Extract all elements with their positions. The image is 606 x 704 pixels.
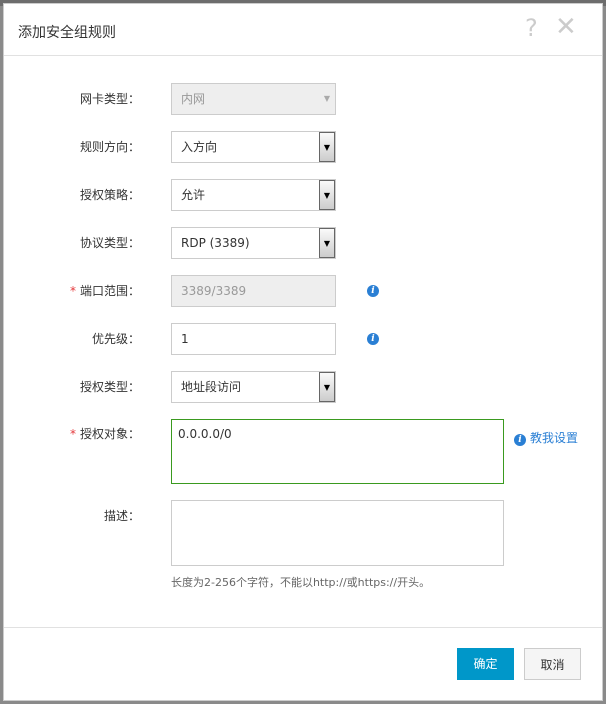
dialog-footer-divider — [4, 627, 602, 628]
dialog-title: 添加安全组规则 — [18, 25, 116, 41]
chevron-down-icon[interactable]: ▼ — [319, 372, 335, 402]
cancel-button[interactable]: 取消 — [524, 648, 581, 680]
chevron-down-icon[interactable]: ▼ — [319, 132, 335, 162]
chevron-down-icon[interactable]: ▼ — [319, 228, 335, 258]
required-mark: * — [69, 427, 76, 441]
auth-type-select[interactable]: 地址段访问 ▼ — [171, 371, 336, 403]
nic-type-select: 内网 ▼ — [171, 83, 336, 115]
priority-input[interactable]: 1 — [171, 323, 336, 355]
field-direction: 规则方向： 入方向 ▼ — [4, 131, 604, 163]
close-icon[interactable]: ✕ — [555, 12, 577, 42]
field-protocol: 协议类型： RDP (3389) ▼ — [4, 227, 604, 259]
field-label: 优先级： — [91, 332, 140, 346]
field-auth-type: 授权类型： 地址段访问 ▼ — [4, 371, 604, 403]
field-label: 授权策略： — [79, 188, 140, 202]
help-icon[interactable]: ? — [525, 14, 538, 42]
policy-select[interactable]: 允许 ▼ — [171, 179, 336, 211]
auth-object-textarea[interactable]: 0.0.0.0/0 — [171, 419, 504, 484]
field-priority: 优先级： 1 i — [4, 323, 604, 355]
field-label: 授权类型： — [79, 380, 140, 394]
required-mark: * — [69, 284, 76, 298]
field-label: 描述： — [103, 509, 140, 523]
field-label: 协议类型： — [79, 236, 140, 250]
field-label: 规则方向： — [79, 140, 140, 154]
field-label: 网卡类型： — [79, 92, 140, 106]
description-hint: 长度为2-256个字符，不能以http://或https://开头。 — [171, 576, 431, 589]
info-icon[interactable]: i — [367, 333, 379, 345]
protocol-select[interactable]: RDP (3389) ▼ — [171, 227, 336, 259]
field-port-range: * 端口范围： 3389/3389 i — [4, 275, 604, 307]
chevron-down-icon[interactable]: ▼ — [319, 180, 335, 210]
field-policy: 授权策略： 允许 ▼ — [4, 179, 604, 211]
confirm-button[interactable]: 确定 — [457, 648, 514, 680]
field-label: 端口范围： — [79, 284, 140, 298]
chevron-down-icon: ▼ — [319, 84, 335, 114]
description-textarea[interactable] — [171, 500, 504, 566]
dialog-header: 添加安全组规则 ? ✕ — [4, 4, 602, 56]
info-icon: i — [514, 434, 526, 446]
teach-me-link[interactable]: i 教我设置 — [514, 429, 578, 446]
info-icon[interactable]: i — [367, 285, 379, 297]
field-label: 授权对象： — [79, 427, 140, 441]
add-security-group-rule-dialog: 添加安全组规则 ? ✕ 网卡类型： 内网 ▼ 规则方向： 入方向 ▼ 授权策略： 允… — [3, 3, 603, 701]
port-range-input: 3389/3389 — [171, 275, 336, 307]
field-nic-type: 网卡类型： 内网 ▼ — [4, 83, 604, 115]
direction-select[interactable]: 入方向 ▼ — [171, 131, 336, 163]
